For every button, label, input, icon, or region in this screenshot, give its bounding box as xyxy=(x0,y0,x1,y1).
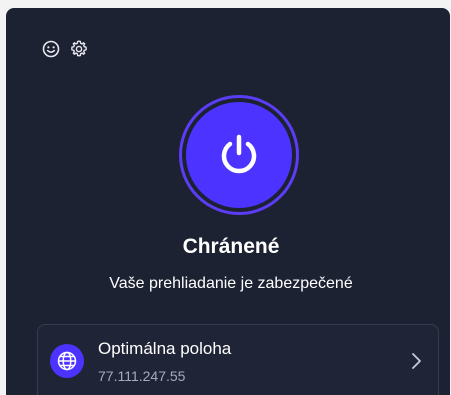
app-window: Chránené Vaše prehliadanie je zabezpečen… xyxy=(0,0,451,395)
top-toolbar xyxy=(40,38,90,60)
status-title: Chránené xyxy=(182,235,280,258)
vpn-panel: Chránené Vaše prehliadanie je zabezpečen… xyxy=(6,8,450,395)
chevron-right-icon xyxy=(408,351,424,371)
location-selector[interactable]: Optimálna poloha 77.111.247.55 xyxy=(37,324,439,395)
smiley-icon[interactable] xyxy=(40,38,62,60)
power-icon xyxy=(221,134,257,174)
power-button[interactable] xyxy=(179,95,299,215)
status-subtitle: Vaše prehliadanie je zabezpečené xyxy=(109,275,353,292)
gear-icon[interactable] xyxy=(68,38,90,60)
ip-address: 77.111.247.55 xyxy=(98,368,186,384)
location-name: Optimálna poloha xyxy=(98,339,232,358)
globe-icon xyxy=(50,344,84,378)
power-button-fill xyxy=(186,102,292,208)
